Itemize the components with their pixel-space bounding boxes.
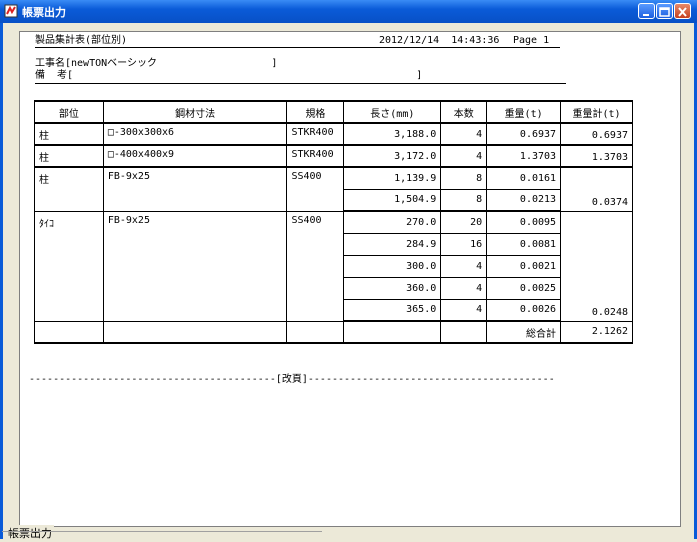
spec-cell: STKR400: [286, 122, 345, 146]
empty-cell: [343, 320, 442, 344]
length-cell: 3,172.0: [343, 144, 442, 168]
report-page-number: Page 1: [513, 35, 550, 46]
weight-cell: 0.6937: [486, 122, 562, 146]
empty-cell: [102, 320, 288, 344]
weight-cell: 0.0213: [486, 188, 562, 212]
minimize-button[interactable]: [638, 3, 655, 19]
count-cell: 8: [440, 188, 488, 212]
table-row: 柱 □-300x300x6 STKR400 3,188.0 4 0.6937 0.6937: [34, 122, 633, 146]
empty-cell: [286, 320, 345, 344]
weight-cell: 0.0021: [486, 254, 562, 278]
count-cell: 4: [440, 298, 488, 322]
remarks: 備 考[ ]: [35, 70, 423, 81]
weight-cell: 0.0161: [486, 166, 562, 190]
length-cell: 284.9: [343, 232, 442, 256]
length-cell: 300.0: [343, 254, 442, 278]
length-cell: 1,504.9: [343, 188, 442, 212]
count-cell: 4: [440, 122, 488, 146]
part-cell: ﾀｲｺ: [34, 210, 104, 322]
app-icon: [4, 4, 18, 18]
column-header: 長さ(mm): [343, 100, 442, 124]
title-bar: 帳票出力: [0, 0, 697, 23]
table-row: 柱 FB-9x25 SS400 1,139.9 8 0.0161 0.0374: [34, 166, 633, 212]
grand-total-value: 2.1262: [560, 320, 633, 344]
spec-cell: SS400: [286, 166, 345, 212]
part-cell: 柱: [34, 122, 104, 146]
project-name: 工事名[newTONベーシック ]: [35, 58, 278, 69]
part-cell: 柱: [34, 144, 104, 168]
column-header: 重量計(t): [560, 100, 633, 124]
total-weight-cell: 0.0374: [560, 166, 633, 212]
table-row: 柱 □-400x400x9 STKR400 3,172.0 4 1.3703 1.3703: [34, 144, 633, 168]
count-cell: 20: [440, 210, 488, 234]
column-header: 鋼材寸法: [102, 100, 288, 124]
close-button[interactable]: [674, 3, 691, 19]
report-heading: 製品集計表(部位別): [35, 35, 128, 46]
column-header: 重量(t): [486, 100, 562, 124]
report-datetime: 2012/12/14 14:43:36: [379, 35, 500, 46]
page-break-marker: ----------------------------------------…: [29, 374, 555, 385]
size-cell: □-400x400x9: [102, 144, 288, 168]
remarks-rule: [35, 83, 566, 84]
count-cell: 8: [440, 166, 488, 190]
weight-cell: 0.0095: [486, 210, 562, 234]
total-weight-cell: 1.3703: [560, 144, 633, 168]
empty-cell: [440, 320, 488, 344]
maximize-button[interactable]: [656, 3, 673, 19]
grand-total-row: 総合計 2.1262: [34, 320, 633, 344]
count-cell: 4: [440, 254, 488, 278]
length-cell: 3,188.0: [343, 122, 442, 146]
length-cell: 360.0: [343, 276, 442, 300]
length-cell: 1,139.9: [343, 166, 442, 190]
table-header-row: 部位 鋼材寸法 規格 長さ(mm) 本数 重量(t) 重量計(t): [34, 100, 633, 124]
groupbox: [2, 531, 322, 542]
grand-total-label: 総合計: [486, 320, 562, 344]
maximize-icon: [659, 7, 670, 17]
empty-cell: [34, 320, 104, 344]
minimize-icon: [643, 14, 649, 16]
spec-cell: STKR400: [286, 144, 345, 168]
count-cell: 16: [440, 232, 488, 256]
spec-cell: SS400: [286, 210, 345, 322]
part-cell: 柱: [34, 166, 104, 212]
column-header: 本数: [440, 100, 488, 124]
report-preview[interactable]: 製品集計表(部位別) 2012/12/14 14:43:36 Page 1 工事…: [19, 31, 681, 527]
weight-cell: 0.0025: [486, 276, 562, 300]
column-header: 規格: [286, 100, 345, 124]
weight-cell: 0.0026: [486, 298, 562, 322]
column-header: 部位: [34, 100, 104, 124]
summary-table: 部位 鋼材寸法 規格 長さ(mm) 本数 重量(t) 重量計(t) 柱 □-300…: [34, 100, 633, 344]
length-cell: 270.0: [343, 210, 442, 234]
length-cell: 365.0: [343, 298, 442, 322]
size-cell: FB-9x25: [102, 166, 288, 212]
weight-cell: 0.0081: [486, 232, 562, 256]
count-cell: 4: [440, 144, 488, 168]
close-icon: [678, 7, 687, 17]
heading-rule: [35, 47, 560, 48]
weight-cell: 1.3703: [486, 144, 562, 168]
total-weight-cell: 0.6937: [560, 122, 633, 146]
size-cell: □-300x300x6: [102, 122, 288, 146]
window-title: 帳票出力: [22, 6, 66, 19]
count-cell: 4: [440, 276, 488, 300]
table-row: ﾀｲｺ FB-9x25 SS400 270.0 20 0.0095 0.0248: [34, 210, 633, 322]
total-weight-cell: 0.0248: [560, 210, 633, 322]
size-cell: FB-9x25: [102, 210, 288, 322]
